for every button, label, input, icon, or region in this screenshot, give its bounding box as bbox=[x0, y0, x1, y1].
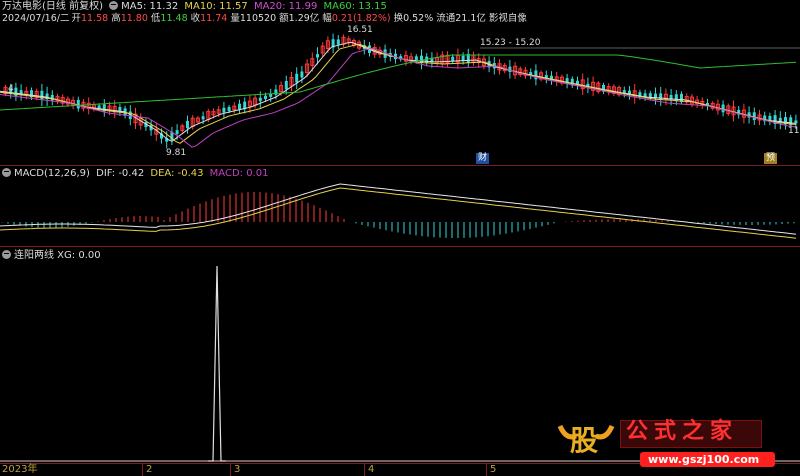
macd-header: MACD(12,26,9) DIF: -0.42 DEA: -0.43 MACD… bbox=[2, 167, 271, 180]
forecast-badge[interactable]: 预 bbox=[764, 153, 778, 164]
x-tick bbox=[230, 464, 231, 476]
candle-down bbox=[222, 107, 226, 113]
candle-down bbox=[238, 103, 241, 110]
high-annotation: 16.51 bbox=[347, 25, 373, 35]
watermark-text: 公式之家 bbox=[626, 419, 739, 444]
candle-down bbox=[295, 73, 299, 83]
x-tick bbox=[486, 464, 487, 476]
low-annotation: 9.81 bbox=[166, 148, 187, 158]
macd-dea: DEA: -0.43 bbox=[150, 168, 204, 179]
indicator-spike bbox=[208, 265, 226, 462]
candle-down bbox=[76, 99, 80, 109]
chart-canvas[interactable] bbox=[0, 0, 800, 476]
x-label-2023: 2023年 bbox=[2, 464, 38, 475]
panel-separator-macd bbox=[0, 246, 800, 247]
watermark-logo: 股 bbox=[556, 418, 616, 466]
watermark-logo-char: 股 bbox=[570, 424, 599, 457]
candle-down bbox=[451, 56, 455, 62]
candle-down bbox=[534, 70, 538, 80]
indicator-header: 连阳两线 XG: 0.00 bbox=[2, 249, 104, 262]
range-annotation: 15.23 - 15.20 bbox=[480, 38, 541, 48]
macd-dif: DIF: -0.42 bbox=[96, 168, 145, 179]
candle-down bbox=[227, 107, 231, 112]
candle-down bbox=[721, 104, 725, 113]
candle-down bbox=[175, 130, 179, 134]
x-tick bbox=[142, 464, 143, 476]
macd-collapse-icon[interactable] bbox=[2, 168, 11, 177]
earnings-badge[interactable]: 财 bbox=[476, 153, 490, 164]
candle-down bbox=[201, 116, 205, 120]
candle-down bbox=[420, 55, 423, 64]
left-annotation: 4 bbox=[8, 84, 14, 94]
panel-separator-price bbox=[0, 165, 800, 166]
candle-down bbox=[674, 94, 678, 101]
candle-down bbox=[336, 39, 340, 45]
candle-down bbox=[284, 80, 288, 90]
x-label-may: 5 bbox=[490, 464, 497, 475]
candle-down bbox=[50, 94, 54, 101]
macd-value: MACD: 0.01 bbox=[209, 168, 269, 179]
candle-down bbox=[316, 54, 319, 58]
indicator-collapse-icon[interactable] bbox=[2, 250, 11, 259]
x-label-apr: 4 bbox=[368, 464, 375, 475]
x-label-mar: 3 bbox=[234, 464, 241, 475]
candle-down bbox=[258, 97, 262, 102]
watermark-url: www.gszj100.com bbox=[648, 453, 760, 466]
candle-down bbox=[186, 120, 189, 129]
indicator-label: 连阳两线 XG: 0.00 bbox=[14, 250, 101, 261]
candle-down bbox=[300, 71, 304, 78]
x-label-feb: 2 bbox=[146, 464, 153, 475]
x-tick bbox=[364, 464, 365, 476]
right-annotation: 11. bbox=[788, 126, 800, 136]
candle-down bbox=[752, 112, 756, 121]
macd-label: MACD(12,26,9) bbox=[14, 168, 90, 179]
candle-down bbox=[264, 95, 267, 100]
